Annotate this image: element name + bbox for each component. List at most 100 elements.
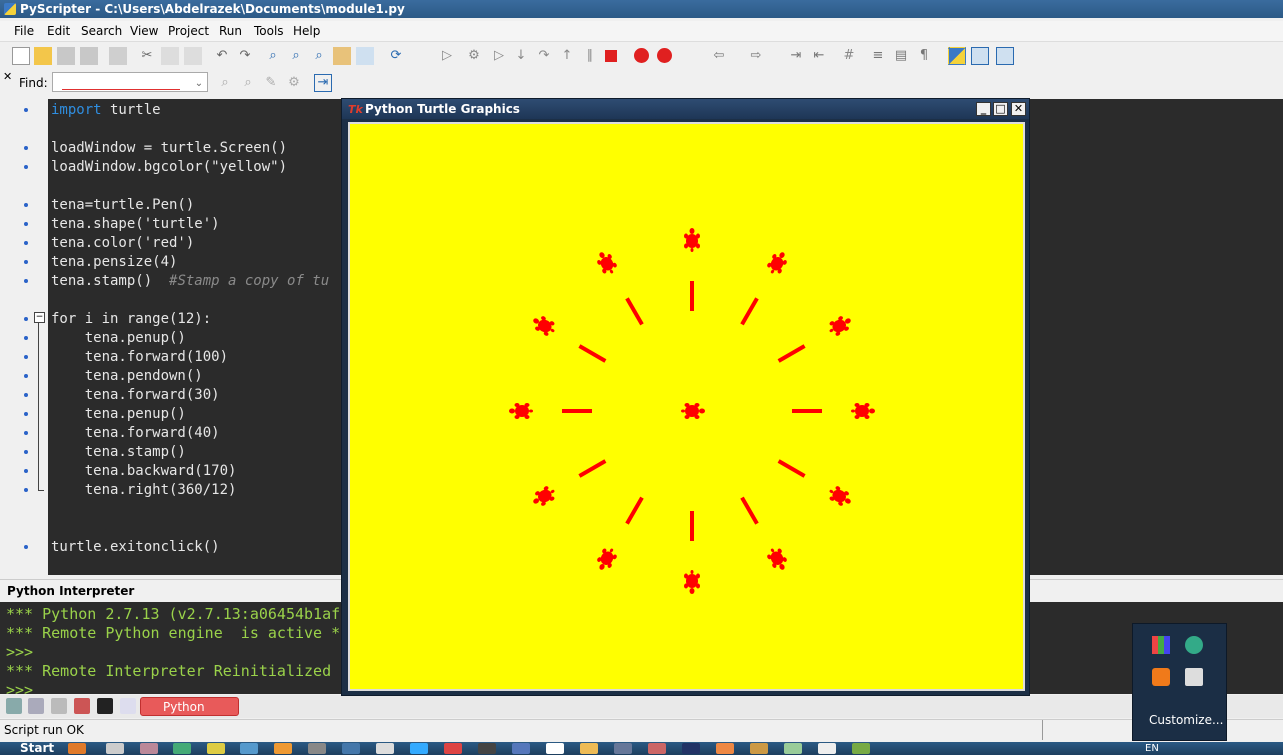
code-line[interactable]: tena.penup()	[51, 406, 186, 422]
output-icon[interactable]	[97, 698, 113, 714]
highlight-icon[interactable]: ✎	[262, 74, 280, 92]
new-file-icon[interactable]	[12, 47, 30, 65]
language-indicator[interactable]: EN	[1145, 742, 1159, 755]
network-icon[interactable]	[1185, 636, 1203, 654]
code-line[interactable]: tena.color('red')	[51, 235, 194, 251]
close-icon[interactable]: ✕	[1011, 102, 1026, 116]
taskbar-app-icon[interactable]	[648, 743, 666, 754]
breakpoint-marker[interactable]	[24, 393, 28, 397]
taskbar-app-icon[interactable]	[308, 743, 326, 754]
code-line[interactable]: import turtle	[51, 102, 161, 118]
code-line[interactable]: turtle.exitonclick()	[51, 539, 220, 555]
comment-icon[interactable]: #	[840, 47, 858, 65]
taskbar-app-icon[interactable]	[240, 743, 258, 754]
taskbar-app-icon[interactable]	[342, 743, 360, 754]
breakpoints-icon[interactable]	[74, 698, 90, 714]
code-line[interactable]: tena.shape('turtle')	[51, 216, 220, 232]
run-to-cursor-icon[interactable]: ▷	[490, 47, 508, 65]
find-prev-icon[interactable]: ⌕	[216, 74, 234, 92]
minimize-icon[interactable]: _	[976, 102, 991, 116]
taskbar-app-icon[interactable]	[478, 743, 496, 754]
python-icon[interactable]	[948, 47, 966, 65]
breakpoint-marker[interactable]	[24, 374, 28, 378]
code-line[interactable]: loadWindow = turtle.Screen()	[51, 140, 287, 156]
close-find-icon[interactable]: ✕	[3, 70, 12, 83]
premiere-icon[interactable]	[682, 743, 700, 754]
breakpoint-marker[interactable]	[24, 222, 28, 226]
breakpoint-marker[interactable]	[24, 108, 28, 112]
avast-icon[interactable]	[1152, 668, 1170, 686]
forward-icon[interactable]: ⇨	[747, 47, 765, 65]
messages-icon[interactable]	[120, 698, 136, 714]
breakpoint-marker[interactable]	[24, 279, 28, 283]
code-line[interactable]: for i in range(12):	[51, 311, 211, 327]
find-next-icon[interactable]: ⌕	[287, 47, 305, 65]
start-button[interactable]: Start	[4, 742, 54, 755]
menu-view[interactable]: View	[130, 24, 158, 38]
breakpoint-marker[interactable]	[24, 469, 28, 473]
code-line[interactable]: tena.right(360/12)	[51, 482, 237, 498]
find-icon[interactable]: ⌕	[264, 47, 282, 65]
undo-icon[interactable]: ↶	[213, 47, 231, 65]
customize-link[interactable]: Customize...	[1149, 713, 1223, 727]
layouts-dropdown-icon[interactable]	[996, 47, 1014, 65]
turtle-window-title-bar[interactable]: Tk Python Turtle Graphics _ □ ✕	[342, 99, 1029, 119]
breakpoint-marker[interactable]	[24, 260, 28, 264]
find-dropdown-icon[interactable]: ⌄	[190, 75, 208, 93]
taskbar-app-icon[interactable]	[140, 743, 158, 754]
turtle-canvas[interactable]	[350, 124, 1023, 689]
back-icon[interactable]: ⇦	[710, 47, 728, 65]
code-line[interactable]: tena.forward(30)	[51, 387, 220, 403]
code-line[interactable]: loadWindow.bgcolor("yellow")	[51, 159, 287, 175]
breakpoint-marker[interactable]	[24, 488, 28, 492]
taskbar-app-icon[interactable]	[614, 743, 632, 754]
dedent-icon[interactable]: ⇤	[810, 47, 828, 65]
taskbar-app-icon[interactable]	[274, 743, 292, 754]
code-line[interactable]: tena=turtle.Pen()	[51, 197, 194, 213]
taskbar-app-icon[interactable]	[750, 743, 768, 754]
menu-project[interactable]: Project	[168, 24, 209, 38]
breakpoint-marker[interactable]	[24, 203, 28, 207]
taskbar-app-icon[interactable]	[207, 743, 225, 754]
breakpoint-marker[interactable]	[24, 545, 28, 549]
chrome-icon[interactable]	[444, 743, 462, 754]
editor-gutter[interactable]: −	[0, 99, 48, 575]
tab-python-interpreter[interactable]: Python Inte...	[140, 697, 239, 733]
taskbar-app-icon[interactable]	[546, 743, 564, 754]
save-icon[interactable]	[57, 47, 75, 65]
breakpoint-marker[interactable]	[24, 146, 28, 150]
code-line[interactable]: tena.pensize(4)	[51, 254, 177, 270]
breakpoint-marker[interactable]	[24, 431, 28, 435]
breakpoint-marker[interactable]	[24, 241, 28, 245]
menu-run[interactable]: Run	[219, 24, 242, 38]
paste-icon[interactable]	[184, 47, 202, 65]
whitespace-icon[interactable]: ▤	[892, 47, 910, 65]
menu-search[interactable]: Search	[81, 24, 122, 38]
print-icon[interactable]	[109, 47, 127, 65]
turtle-graphics-window[interactable]: Tk Python Turtle Graphics _ □ ✕	[341, 98, 1030, 696]
copy-icon[interactable]	[161, 47, 179, 65]
taskbar-app-icon[interactable]	[784, 743, 802, 754]
winrar-icon[interactable]	[1152, 636, 1170, 654]
browser-icon[interactable]	[356, 47, 374, 65]
code-line[interactable]: tena.stamp()	[51, 444, 186, 460]
watches-icon[interactable]	[51, 698, 67, 714]
replace-icon[interactable]: ⌕	[310, 47, 328, 65]
breakpoint-marker[interactable]	[24, 450, 28, 454]
code-line[interactable]: tena.penup()	[51, 330, 186, 346]
step-over-icon[interactable]: ↷	[535, 47, 553, 65]
open-file-icon[interactable]	[34, 47, 52, 65]
taskbar-app-icon[interactable]	[512, 743, 530, 754]
redo-icon[interactable]: ↷	[236, 47, 254, 65]
syntax-check-icon[interactable]: ⟳	[387, 47, 405, 65]
save-all-icon[interactable]	[80, 47, 98, 65]
call-stack-icon[interactable]	[6, 698, 22, 714]
run-icon[interactable]: ▷	[438, 47, 456, 65]
breakpoint-marker[interactable]	[24, 355, 28, 359]
taskbar-app-icon[interactable]	[716, 743, 734, 754]
clear-breakpoints-icon[interactable]	[657, 48, 672, 63]
stop-icon[interactable]	[605, 50, 617, 62]
fold-toggle-icon[interactable]: −	[34, 312, 45, 323]
taskbar-app-icon[interactable]	[580, 743, 598, 754]
taskbar-app-icon[interactable]	[818, 743, 836, 754]
